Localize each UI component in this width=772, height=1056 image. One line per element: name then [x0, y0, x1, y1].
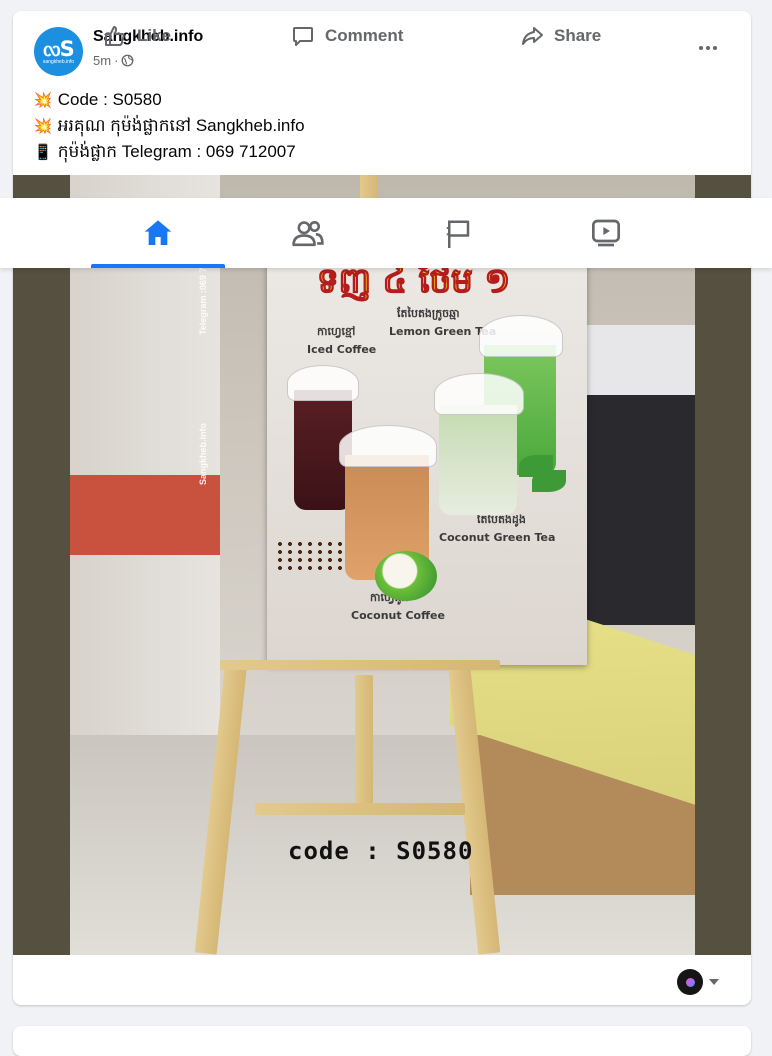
home-icon — [144, 220, 172, 245]
post-line: 📱 កុម៉ង់ផ្លាក Telegram : 069 712007 — [33, 139, 305, 165]
watermark-telegram: Telegram :069 7 — [198, 267, 208, 335]
next-post-card — [13, 1026, 751, 1056]
thumbs-up-icon — [105, 26, 125, 46]
video-icon — [592, 219, 620, 247]
react-as-selector[interactable] — [677, 969, 719, 995]
comment-label: Comment — [325, 26, 404, 45]
label-lemon-tea-kh: តែបៃតងក្រូចឆ្មា — [397, 307, 460, 320]
coconut-tea-cup — [439, 405, 517, 515]
coconut-image — [375, 551, 437, 601]
flag-icon — [446, 220, 470, 248]
avatar-logo-subtext: sangkheb.info — [42, 58, 75, 65]
share-button[interactable]: Share — [520, 11, 601, 61]
tab-pages[interactable] — [391, 198, 525, 268]
profile-avatar — [677, 969, 703, 995]
mint-leaf — [532, 470, 566, 492]
label-iced-coffee-kh: កាហ្វេខ្មៅ — [317, 325, 356, 338]
post-line: 💥 Code : S0580 — [33, 87, 305, 113]
post-text: 💥 Code : S0580 💥 អរគុណ កុម៉ង់ផ្លាកនៅ San… — [33, 87, 305, 165]
comment-button[interactable]: Comment — [291, 11, 403, 61]
collision-emoji-icon: 💥 — [33, 117, 53, 135]
phone-emoji-icon: 📱 — [33, 143, 53, 161]
chevron-down-icon — [709, 979, 719, 985]
more-options-button[interactable] — [693, 33, 723, 63]
post-card: ᦟS sangkheb.info Sangkheb.info 5m · 💥 Co… — [13, 11, 751, 1005]
label-coconut-tea-kh: តែបៃតងដូង — [477, 513, 526, 526]
collision-emoji-icon: 💥 — [33, 91, 53, 109]
post-line-text: កុម៉ង់ផ្លាក Telegram : 069 712007 — [57, 142, 296, 161]
easel-shelf — [220, 660, 500, 670]
tab-bar — [0, 198, 772, 268]
code-label: code : S0580 — [288, 837, 474, 865]
watermark-text: Sangkheb.info — [198, 422, 208, 485]
post-line: 💥 អរគុណ កុម៉ង់ផ្លាកនៅ Sangkheb.info — [33, 113, 305, 139]
more-dot-icon — [706, 46, 710, 50]
more-dot-icon — [713, 46, 717, 50]
like-label: Like — [137, 26, 172, 45]
tab-friends[interactable] — [241, 198, 375, 268]
label-coconut-coffee: Coconut Coffee — [351, 609, 445, 622]
avatar-logo-text: ᦟS — [43, 36, 75, 61]
cup-lid — [339, 425, 437, 467]
tab-watch[interactable] — [539, 198, 673, 268]
share-label: Share — [554, 26, 602, 45]
more-dot-icon — [699, 46, 703, 50]
cup-lid — [479, 315, 563, 357]
cup-lid — [287, 365, 359, 401]
comment-icon — [293, 27, 313, 46]
easel-crossbar — [255, 803, 465, 815]
like-button[interactable]: Like — [103, 11, 171, 61]
label-coconut-tea: Coconut Green Tea — [439, 531, 556, 544]
easel-leg-back — [355, 675, 373, 815]
post-line-text: អរគុណ កុម៉ង់ផ្លាកនៅ Sangkheb.info — [57, 116, 305, 135]
photo-scene: ទិញ ៤ ថែម ១ កាហ្វេខ្មៅ Iced Coffee តែបៃត… — [70, 175, 695, 955]
tab-home[interactable] — [91, 198, 225, 268]
post-photo[interactable]: ទិញ ៤ ថែម ១ កាហ្វេខ្មៅ Iced Coffee តែបៃត… — [13, 175, 751, 955]
share-icon — [522, 27, 543, 45]
poster: ទិញ ៤ ថែម ១ កាហ្វេខ្មៅ Iced Coffee តែបៃត… — [267, 255, 587, 665]
label-iced-coffee: Iced Coffee — [307, 343, 377, 356]
page-avatar[interactable]: ᦟS sangkheb.info — [34, 27, 83, 76]
red-cabinet — [70, 475, 220, 555]
cup-lid — [434, 373, 524, 415]
friends-icon — [292, 220, 324, 247]
coffee-beans — [275, 540, 345, 570]
post-line-text: Code : S0580 — [57, 90, 162, 109]
